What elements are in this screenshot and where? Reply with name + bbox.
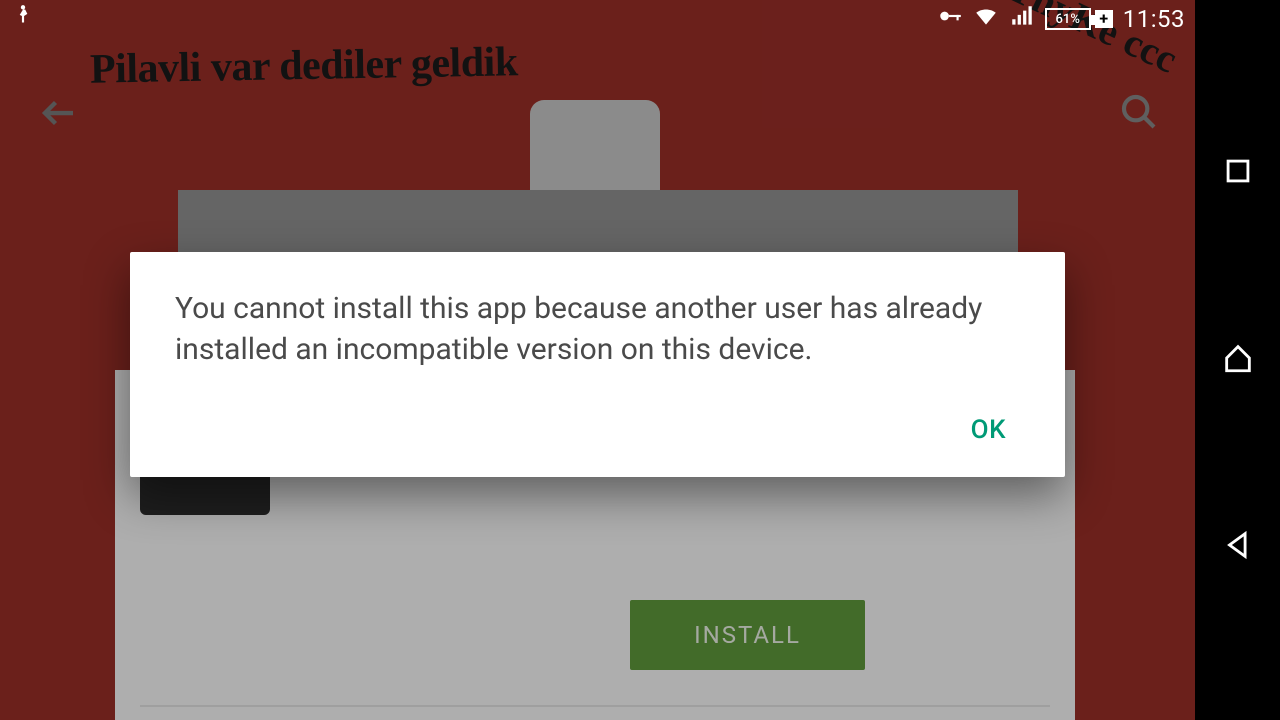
cell-signal-icon [1009, 3, 1035, 35]
square-icon [1221, 154, 1255, 188]
running-app-icon [10, 3, 36, 35]
nav-home-button[interactable] [1221, 341, 1255, 379]
error-dialog: You cannot install this app because anot… [130, 252, 1065, 477]
ok-button[interactable]: OK [957, 405, 1020, 455]
nav-back-button[interactable] [1221, 528, 1255, 566]
battery-indicator: 61% + [1045, 8, 1113, 30]
vpn-key-icon [937, 3, 963, 35]
ok-button-label: OK [971, 415, 1006, 445]
battery-percent: 61% [1045, 8, 1091, 30]
status-clock: 11:53 [1123, 5, 1185, 33]
device-screen: INSTALL Pilavli var dediler geldik ccc T… [0, 0, 1195, 720]
system-nav-bar [1195, 0, 1280, 720]
dialog-actions: OK [175, 405, 1020, 455]
triangle-back-icon [1221, 528, 1255, 562]
wifi-icon [973, 3, 999, 35]
nav-recent-button[interactable] [1221, 154, 1255, 192]
dialog-message: You cannot install this app because anot… [175, 288, 1020, 371]
home-outline-icon [1221, 341, 1255, 375]
status-bar: 61% + 11:53 [0, 0, 1195, 38]
battery-charging-plus-icon: + [1095, 10, 1113, 28]
